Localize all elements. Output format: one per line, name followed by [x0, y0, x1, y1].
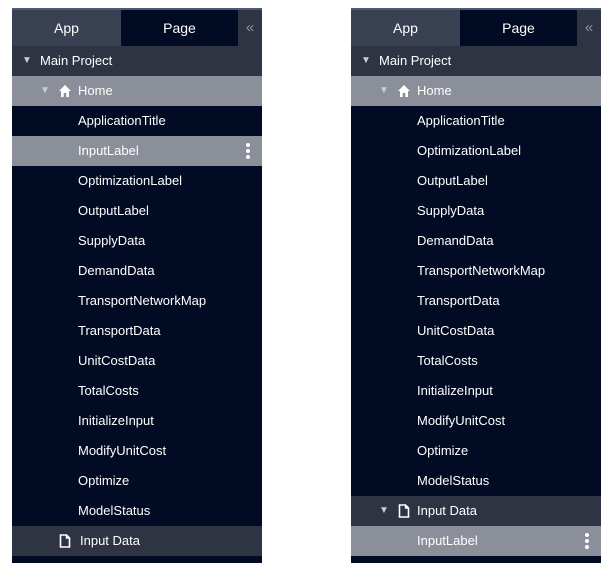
tree-page-row-input-data[interactable]: ▼ Input Data	[351, 496, 601, 526]
item-label: Optimize	[78, 473, 130, 488]
tree-item-row[interactable]: TransportData	[351, 286, 601, 316]
item-label: OutputLabel	[78, 203, 149, 218]
item-label: OptimizationLabel	[78, 173, 183, 188]
tab-page[interactable]: Page	[460, 10, 577, 46]
tree-item-row[interactable]: SupplyData	[351, 196, 601, 226]
page-label: Home	[78, 83, 113, 98]
collapse-panel-button[interactable]: «	[577, 10, 601, 46]
tree-item-row[interactable]: DemandData	[12, 256, 262, 286]
tree-item-row[interactable]: UnitCostData	[12, 346, 262, 376]
page-icon	[59, 534, 71, 548]
item-label: UnitCostData	[78, 353, 156, 368]
tree-project-row[interactable]: ▼ Main Project	[12, 46, 262, 76]
tab-app[interactable]: App	[351, 10, 460, 46]
triangle-down-icon[interactable]: ▼	[40, 76, 50, 106]
item-label: TotalCosts	[78, 383, 139, 398]
tree-project-row[interactable]: ▼ Main Project	[351, 46, 601, 76]
triangle-down-icon[interactable]: ▼	[379, 496, 389, 526]
home-icon	[59, 85, 71, 97]
tree-item-row[interactable]: ApplicationTitle	[12, 106, 262, 136]
tree-item-row[interactable]: InputLabel	[351, 526, 601, 556]
page-label: Home	[417, 83, 452, 98]
item-label: InitializeInput	[417, 383, 493, 398]
triangle-down-icon[interactable]: ▼	[379, 76, 389, 106]
tree-item-row[interactable]: UnitCostData	[351, 316, 601, 346]
tree-item-row[interactable]: SupplyData	[12, 226, 262, 256]
item-label: ModelStatus	[417, 473, 490, 488]
tree-item-row[interactable]: OptimizationLabel	[12, 166, 262, 196]
item-label: InitializeInput	[78, 413, 154, 428]
item-label: SupplyData	[417, 203, 485, 218]
tree-item-row[interactable]: Optimize	[12, 466, 262, 496]
item-label: InputLabel	[78, 143, 139, 158]
page-label: Input Data	[80, 533, 140, 548]
page-icon	[398, 504, 410, 518]
page-label: Input Data	[417, 503, 477, 518]
collapse-panel-button[interactable]: «	[238, 10, 262, 46]
item-label: DemandData	[78, 263, 155, 278]
tree-item-row[interactable]: DemandData	[351, 226, 601, 256]
tree-page-row-input-data[interactable]: Input Data	[12, 526, 262, 556]
project-label: Main Project	[379, 53, 452, 68]
kebab-menu-icon[interactable]	[246, 143, 250, 159]
item-label: SupplyData	[78, 233, 146, 248]
triangle-down-icon[interactable]: ▼	[22, 46, 32, 76]
item-label: TotalCosts	[417, 353, 478, 368]
tree-item-row[interactable]: OutputLabel	[351, 166, 601, 196]
tab-bar: App Page «	[351, 10, 601, 46]
tree-item-row[interactable]: TransportNetworkMap	[351, 256, 601, 286]
tree-item-row[interactable]: ModelStatus	[351, 466, 601, 496]
tree-item-row[interactable]: ModifyUnitCost	[12, 436, 262, 466]
tree-item-row[interactable]: InitializeInput	[12, 406, 262, 436]
tree-page-row-home[interactable]: ▼ Home	[351, 76, 601, 106]
item-label: InputLabel	[417, 533, 478, 548]
item-label: OptimizationLabel	[417, 143, 522, 158]
tree-item-row[interactable]: OptimizationLabel	[351, 136, 601, 166]
tree-item-row[interactable]: ApplicationTitle	[351, 106, 601, 136]
right-project-tree-panel: App Page « ▼ Main Project ▼ Home Applica…	[351, 8, 601, 563]
tree-item-row[interactable]: TotalCosts	[12, 376, 262, 406]
kebab-menu-icon[interactable]	[585, 533, 589, 549]
item-label: ApplicationTitle	[78, 113, 166, 128]
item-label: Optimize	[417, 443, 469, 458]
item-label: ModifyUnitCost	[417, 413, 506, 428]
tree-item-row[interactable]: TransportNetworkMap	[12, 286, 262, 316]
tab-bar: App Page «	[12, 10, 262, 46]
tab-app[interactable]: App	[12, 10, 121, 46]
item-label: TransportNetworkMap	[417, 263, 546, 278]
item-label: ModelStatus	[78, 503, 151, 518]
item-label: OutputLabel	[417, 173, 488, 188]
tree-item-row[interactable]: TotalCosts	[351, 346, 601, 376]
tree-item-row[interactable]: ModelStatus	[12, 496, 262, 526]
tree-item-row[interactable]: InputLabel	[12, 136, 262, 166]
tree-item-row[interactable]: OutputLabel	[12, 196, 262, 226]
tree-item-row[interactable]: Optimize	[351, 436, 601, 466]
item-label: DemandData	[417, 233, 494, 248]
tree-page-row-home[interactable]: ▼ Home	[12, 76, 262, 106]
tab-page[interactable]: Page	[121, 10, 238, 46]
tree-item-row[interactable]: ModifyUnitCost	[351, 406, 601, 436]
item-label: UnitCostData	[417, 323, 495, 338]
tree-item-row[interactable]: InitializeInput	[351, 376, 601, 406]
left-project-tree-panel: App Page « ▼ Main Project ▼ Home Applica…	[12, 8, 262, 563]
project-label: Main Project	[40, 53, 113, 68]
item-label: TransportNetworkMap	[78, 293, 207, 308]
item-label: TransportData	[417, 293, 500, 308]
item-label: ModifyUnitCost	[78, 443, 167, 458]
triangle-down-icon[interactable]: ▼	[361, 46, 371, 76]
item-label: ApplicationTitle	[417, 113, 505, 128]
tree-item-row[interactable]: TransportData	[12, 316, 262, 346]
item-label: TransportData	[78, 323, 161, 338]
home-icon	[398, 85, 410, 97]
